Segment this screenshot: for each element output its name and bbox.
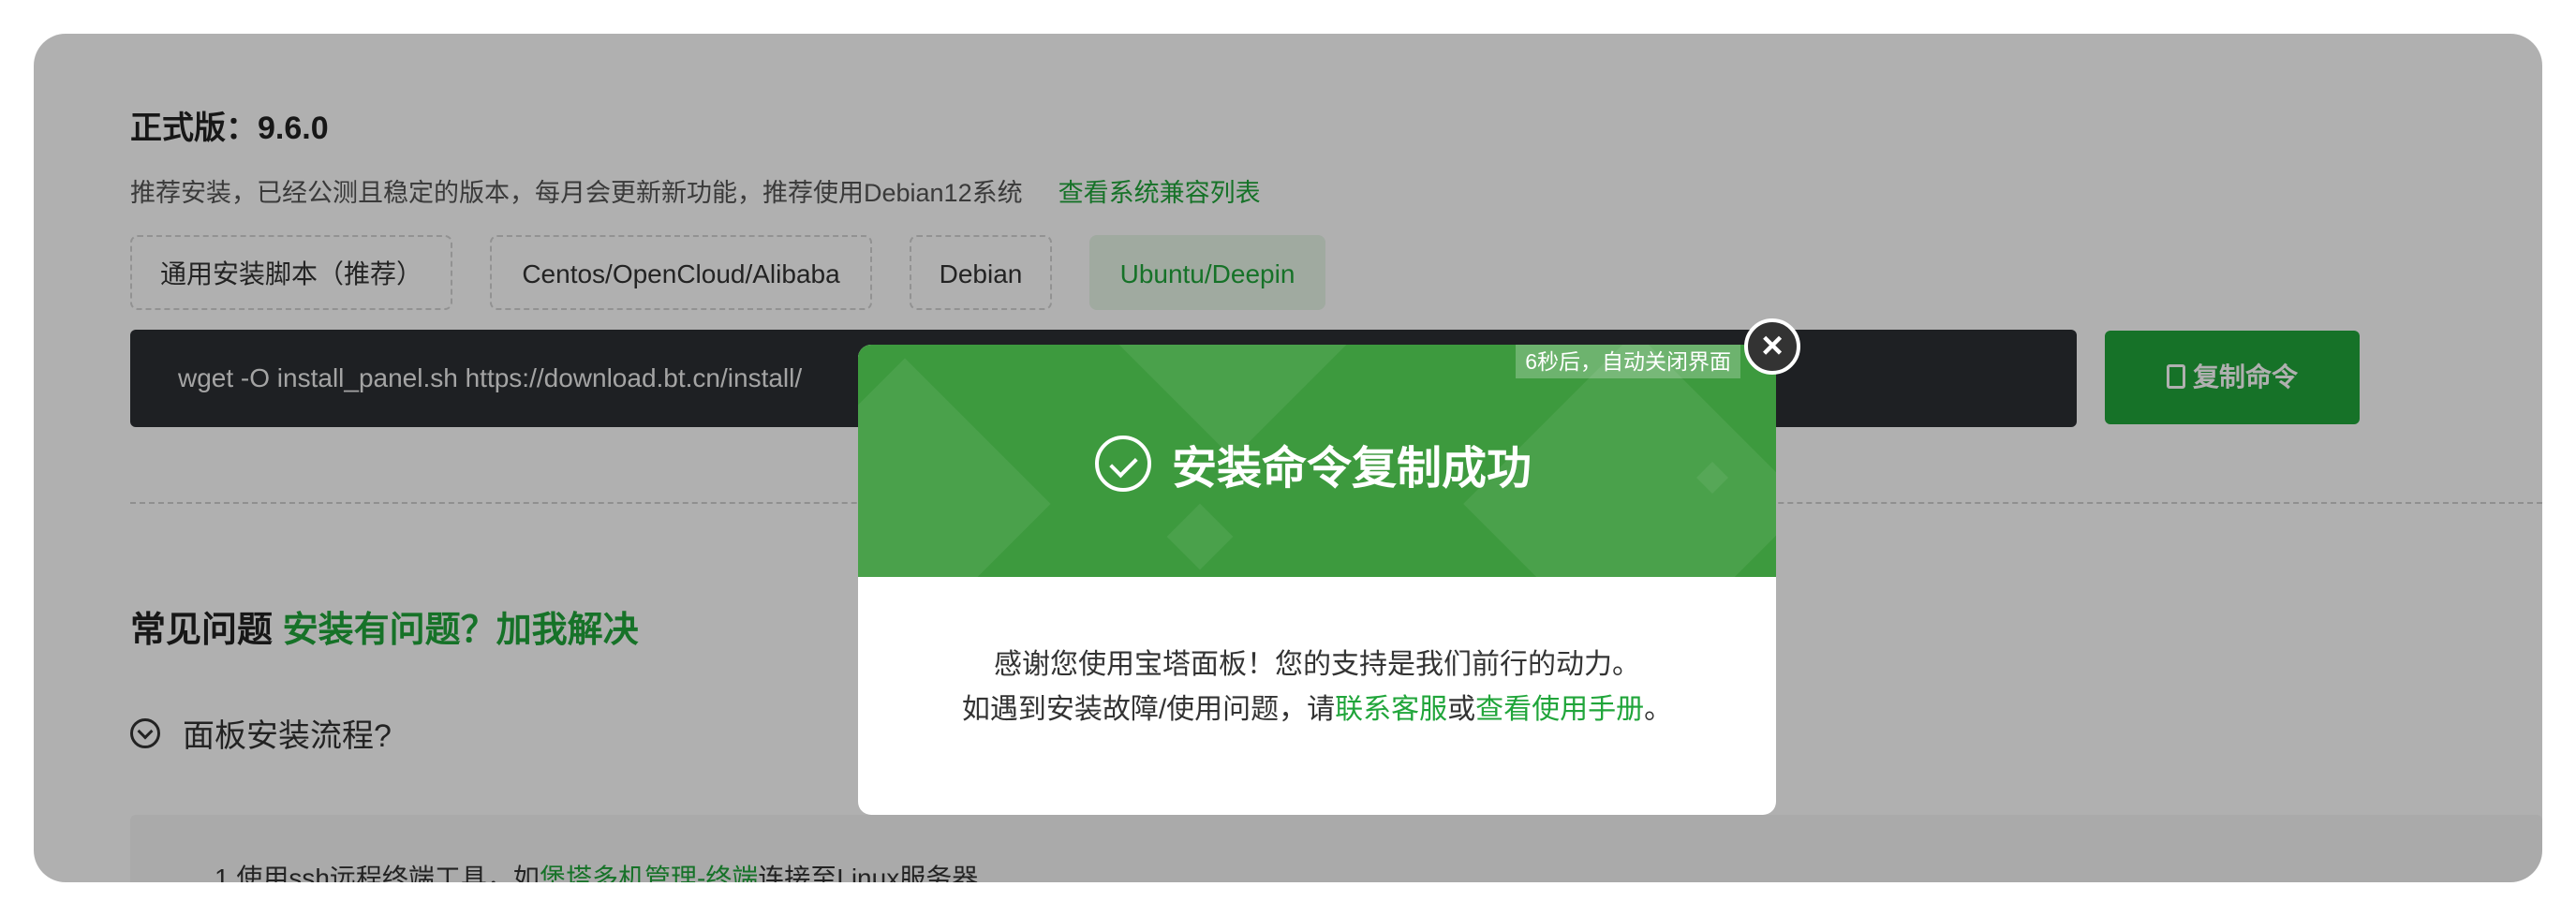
dialog-title: 安装命令复制成功 [1172,444,1532,494]
help-or: 或 [1447,694,1476,725]
user-manual-link[interactable]: 查看使用手册 [1475,694,1644,725]
contact-support-link[interactable]: 联系客服 [1335,694,1447,725]
help-line: 如遇到安装故障/使用问题，请联系客服或查看使用手册。 [858,687,1776,732]
header-decoration [1166,503,1234,570]
header-decoration [858,358,1051,577]
help-suffix: 。 [1644,694,1673,725]
check-circle-icon [1095,436,1151,492]
thanks-line: 感谢您使用宝塔面板！您的支持是我们前行的动力。 [994,649,1640,680]
dialog-header: 6秒后，自动关闭界面 安装命令复制成功 [858,345,1776,577]
auto-close-countdown: 6秒后，自动关闭界面 [1516,345,1740,378]
dialog-title-row: 安装命令复制成功 [1095,431,1532,496]
copy-success-dialog: 6秒后，自动关闭界面 安装命令复制成功 感谢您使用宝塔面板！您的支持是我们前行的… [858,345,1776,815]
close-icon[interactable]: × [1744,318,1800,375]
dialog-body: 感谢您使用宝塔面板！您的支持是我们前行的动力。 如遇到安装故障/使用问题，请联系… [858,577,1776,732]
help-prefix: 如遇到安装故障/使用问题，请 [961,694,1336,725]
